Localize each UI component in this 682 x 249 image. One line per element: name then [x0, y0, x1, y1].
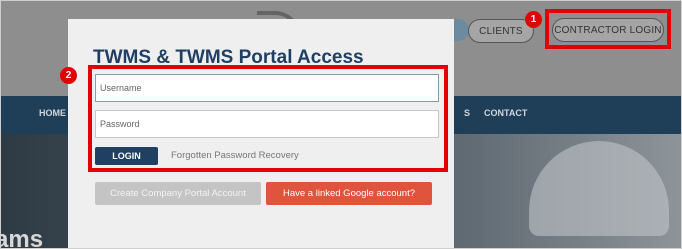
nav-item-contact[interactable]: CONTACT [484, 108, 527, 118]
create-company-account-button[interactable]: Create Company Portal Account [95, 182, 261, 205]
nav-item-partial[interactable]: S [464, 108, 470, 118]
highlight-box-login-form [88, 65, 448, 172]
highlight-box-contractor-login [545, 9, 671, 49]
google-account-button[interactable]: Have a linked Google account? [266, 182, 432, 205]
step-marker-1: 1 [525, 11, 542, 28]
screenshot-frame: CLIENTS CONTRACTOR LOGIN HOME S CONTACT … [0, 0, 682, 249]
nav-item-home[interactable]: HOME [39, 108, 66, 118]
step-marker-2: 2 [60, 67, 77, 84]
clients-button[interactable]: CLIENTS [468, 19, 534, 43]
hero-headline: ams [1, 226, 44, 249]
